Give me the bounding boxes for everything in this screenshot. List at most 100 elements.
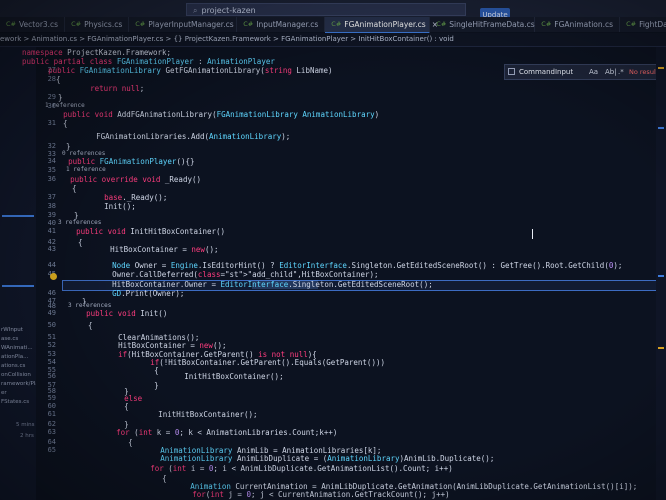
- explorer-item[interactable]: ationPla...: [1, 354, 28, 360]
- line-number: 37: [47, 193, 56, 201]
- search-input[interactable]: ⌕ project-kazen: [186, 3, 466, 16]
- scrollbar-marker: [658, 347, 664, 349]
- tab-vector3[interactable]: C# Vector3.cs: [0, 17, 66, 32]
- explorer-item[interactable]: WAnimati...: [1, 345, 33, 351]
- tab-label: InputManager.cs: [256, 20, 319, 29]
- code-line: InitHitBoxContainer();: [112, 372, 284, 381]
- tab-fightdata[interactable]: C#FightData.cs: [620, 17, 666, 32]
- explorer-item[interactable]: er: [1, 390, 7, 396]
- line-number: 51: [47, 333, 56, 341]
- breadcrumb-path: ework > Animation.cs > FGAnimationPlayer…: [0, 35, 454, 43]
- search-icon: ⌕: [193, 6, 198, 15]
- line-number: 56: [47, 372, 56, 380]
- search-value: project-kazen: [201, 6, 256, 15]
- line-number: 53: [47, 350, 56, 358]
- scrollbar-marker: [658, 275, 664, 277]
- code-line: FGAnimationLibraries.Add(AnimationLibrar…: [60, 132, 291, 141]
- code-line: AnimationLibrary AnimLibDuplicate = (Ani…: [160, 454, 495, 463]
- code-line: return null;: [90, 84, 145, 93]
- code-line: for(int j = 0; j < CurrentAnimation.GetT…: [192, 490, 450, 499]
- find-widget[interactable]: CommandInput Aa Ab| .* No results: [504, 64, 666, 80]
- explorer-selection-bar: [2, 285, 34, 287]
- tab-label: FGAnimation.cs: [554, 20, 614, 29]
- lightbulb-icon[interactable]: [50, 273, 57, 280]
- code-line: HitBoxContainer.Owner = EditorInterface.…: [76, 280, 433, 289]
- tab-fganimation[interactable]: C# FGAnimation.cs: [535, 17, 621, 32]
- codelens-references[interactable]: 3 references: [58, 219, 101, 226]
- line-number: 59: [47, 394, 56, 402]
- code-line: public void Init(): [86, 309, 168, 318]
- tab-playerinputmanager[interactable]: C# PlayerInputManager.cs: [129, 17, 238, 32]
- tab-physics[interactable]: C# Physics.cs: [65, 17, 130, 32]
- explorer-item[interactable]: onCollision: [1, 372, 31, 378]
- code-line: public void InitHitBoxContainer(): [76, 227, 226, 236]
- code-line: for (int i = 0; i < AnimLibDuplicate.Get…: [150, 464, 453, 473]
- explorer-item[interactable]: FStates.cs: [1, 399, 29, 405]
- codelens-references[interactable]: 1 reference: [66, 166, 106, 173]
- code-line: GD.Print(Owner);: [112, 289, 185, 298]
- editor-tabs: C# Vector3.cs C# Physics.cs C# PlayerInputM…: [0, 17, 666, 34]
- codelens-references[interactable]: 3 references: [68, 302, 111, 309]
- line-number: 65: [47, 446, 56, 454]
- tab-inputmanager[interactable]: C# InputManager.cs: [237, 17, 326, 32]
- code-line: public partial class FGAnimationPlayer :…: [22, 57, 275, 66]
- code-line: namespace ProjectKazen.Framework;: [22, 48, 172, 57]
- csharp-file-icon: C#: [71, 20, 82, 28]
- timeline-time: 5 mins: [16, 422, 35, 428]
- line-number: 64: [47, 438, 56, 446]
- explorer-item[interactable]: ations.cs: [1, 363, 25, 369]
- tab-label: FGAnimationPlayer.cs: [344, 20, 426, 29]
- explorer-item[interactable]: ase.cs: [1, 336, 18, 342]
- scrollbar-marker: [658, 127, 664, 129]
- line-number: 50: [47, 321, 56, 329]
- code-line: {: [45, 119, 68, 128]
- code-line: public void AddFGAnimationLibrary(FGAnim…: [63, 110, 380, 119]
- timeline-time: 2 hrs: [20, 433, 34, 439]
- tab-label: PlayerInputManager.cs: [148, 20, 234, 29]
- code-line: public FGAnimationLibrary GetFGAnimation…: [48, 66, 333, 75]
- explorer-item[interactable]: rWInput: [1, 327, 23, 333]
- csharp-file-icon: C#: [331, 20, 342, 28]
- explorer-sidebar: rWInput ase.cs WAnimati... ationPla... a…: [0, 47, 52, 500]
- codelens-references[interactable]: 0 references: [62, 150, 105, 157]
- code-line: Init();: [68, 202, 136, 211]
- breadcrumb[interactable]: ework > Animation.cs > FGAnimationPlayer…: [0, 33, 666, 47]
- whole-word-toggle[interactable]: Ab|: [605, 65, 617, 79]
- code-line: public override void _Ready(): [70, 175, 202, 184]
- line-number: 39: [47, 211, 56, 219]
- find-input[interactable]: CommandInput: [519, 65, 573, 79]
- code-line: HitBoxContainer = new();: [74, 245, 219, 254]
- match-case-toggle[interactable]: Aa: [589, 65, 598, 79]
- line-number: 60: [47, 402, 56, 410]
- csharp-file-icon: C#: [626, 20, 637, 28]
- ide-window: ⌕ project-kazen Update C# Vector3.cs C# Phy…: [0, 0, 666, 500]
- scrollbar-marker: [658, 67, 664, 69]
- code-line: Node Owner = Engine.IsEditorHint() ? Edi…: [112, 261, 623, 270]
- code-line: HitBoxContainer = new();: [82, 341, 227, 350]
- line-number: 41: [47, 227, 56, 235]
- tab-fganimationplayer[interactable]: C# FGAnimationPlayer.cs ×: [325, 17, 438, 34]
- csharp-file-icon: C#: [541, 20, 552, 28]
- expand-icon[interactable]: [508, 68, 515, 75]
- line-number: 61: [47, 410, 56, 418]
- code-line: Owner.CallDeferred(class="st">"add_child…: [76, 270, 379, 279]
- code-line: {: [54, 184, 77, 193]
- tab-label: Vector3.cs: [19, 20, 59, 29]
- code-line: public FGAnimationPlayer(){}: [68, 157, 195, 166]
- csharp-file-icon: C#: [135, 20, 146, 28]
- tab-singlehitframedata[interactable]: C# SingleHitFrameData.cs: [430, 17, 536, 32]
- line-number: 43: [47, 245, 56, 253]
- csharp-file-icon: C#: [6, 20, 16, 28]
- line-number: 63: [47, 428, 56, 436]
- tab-label: Physics.cs: [84, 20, 123, 29]
- code-line: base._Ready();: [104, 193, 168, 202]
- code-line: for (int k = 0; k < AnimationLibraries.C…: [116, 428, 338, 437]
- regex-toggle[interactable]: .*: [618, 65, 624, 79]
- line-number: 44: [47, 261, 56, 269]
- code-line: {: [38, 75, 61, 84]
- line-number: 35: [47, 166, 56, 174]
- vertical-scrollbar[interactable]: [656, 47, 666, 500]
- tab-label: FightData.cs: [639, 20, 666, 29]
- line-number: 52: [47, 341, 56, 349]
- codelens-references[interactable]: 1 reference: [45, 102, 85, 109]
